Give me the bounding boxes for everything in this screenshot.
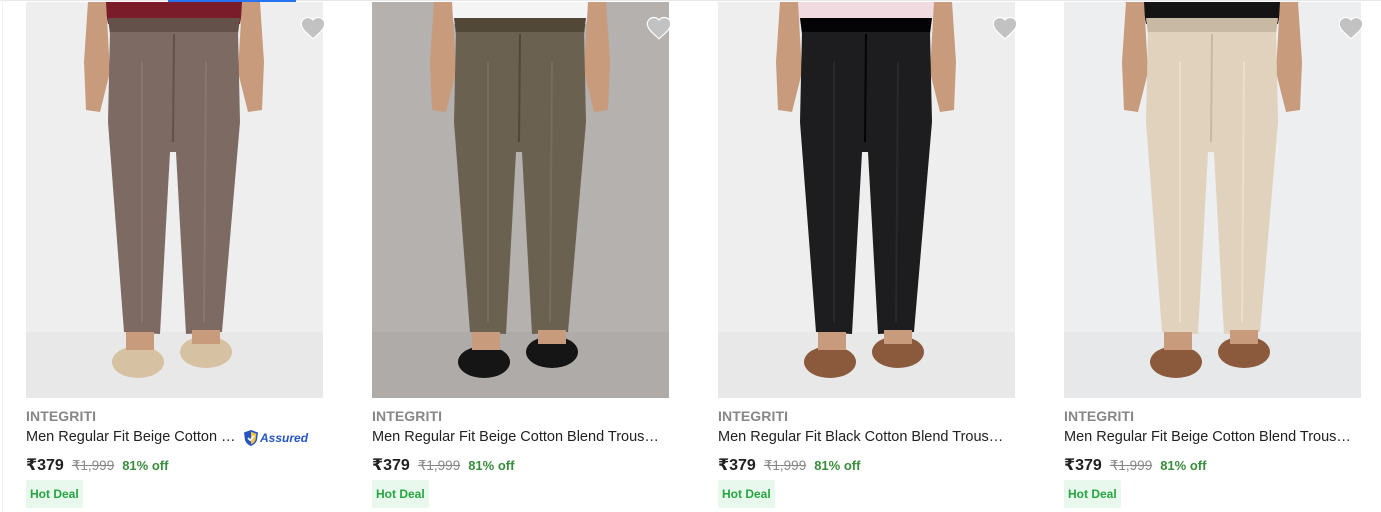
product-title[interactable]: Men Regular Fit Beige Cotton Blend Trous…: [1064, 429, 1354, 445]
product-image[interactable]: [372, 2, 669, 398]
product-card[interactable]: INTEGRITI Men Regular Fit Black Cotton B…: [718, 0, 1038, 512]
ankle-right: [884, 330, 912, 344]
price-row: ₹379 ₹1,999 81% off: [26, 455, 168, 475]
product-card[interactable]: INTEGRITI Men Regular Fit Beige Cotton B…: [372, 0, 692, 512]
hot-deal-badge: Hot Deal: [1064, 480, 1121, 508]
ankle-left: [818, 332, 846, 350]
wishlist-heart-icon[interactable]: [645, 14, 675, 44]
selling-price: ₹379: [372, 457, 410, 474]
product-image[interactable]: [26, 2, 323, 398]
brand-name: INTEGRITI: [1064, 408, 1135, 424]
original-price: ₹1,999: [763, 458, 807, 473]
photo-floor: [718, 332, 1015, 398]
discount-label: 81% off: [814, 458, 861, 473]
ankle-right: [192, 330, 220, 344]
hot-deal-badge: Hot Deal: [26, 480, 83, 508]
photo-floor: [26, 332, 323, 398]
discount-label: 81% off: [122, 458, 169, 473]
product-image[interactable]: [718, 2, 1015, 398]
selling-price: ₹379: [718, 457, 756, 474]
trouser-fly-seam: [1210, 33, 1213, 143]
ankle-right: [1230, 330, 1258, 344]
product-title[interactable]: Men Regular Fit Black Cotton Blend Trous…: [718, 429, 1008, 445]
trouser-fly-seam: [172, 33, 175, 143]
brand-name: INTEGRITI: [372, 408, 443, 424]
shield-icon: [244, 430, 258, 446]
product-card[interactable]: INTEGRITI Men Regular Fit Beige Cotton B…: [1064, 0, 1381, 512]
wishlist-heart-icon[interactable]: [299, 14, 329, 44]
shoe-left: [112, 346, 164, 378]
ankle-right: [538, 330, 566, 344]
original-price: ₹1,999: [1109, 458, 1153, 473]
trouser-fly-seam: [518, 33, 521, 143]
discount-label: 81% off: [468, 458, 515, 473]
assured-label: Assured: [260, 431, 309, 445]
discount-label: 81% off: [1160, 458, 1207, 473]
product-image[interactable]: [1064, 2, 1361, 398]
price-row: ₹379 ₹1,999 81% off: [372, 455, 514, 475]
original-price: ₹1,999: [71, 458, 115, 473]
trouser-waistband: [800, 18, 932, 34]
wishlist-heart-icon[interactable]: [991, 14, 1021, 44]
shoe-left: [804, 346, 856, 378]
left-divider: [2, 0, 3, 512]
selling-price: ₹379: [26, 457, 64, 474]
trouser-waistband: [1146, 18, 1278, 34]
trouser-fly-seam: [864, 33, 867, 143]
ankle-left: [1164, 332, 1192, 350]
product-title[interactable]: Men Regular Fit Beige Cotton Blend Trous…: [372, 429, 662, 445]
hot-deal-badge: Hot Deal: [372, 480, 429, 508]
ankle-left: [472, 332, 500, 350]
brand-name: INTEGRITI: [26, 408, 97, 424]
photo-floor: [372, 332, 669, 398]
selling-price: ₹379: [1064, 457, 1102, 474]
product-card[interactable]: INTEGRITI Men Regular Fit Beige Cotton B…: [26, 0, 346, 512]
trouser-waistband: [454, 18, 586, 34]
brand-name: INTEGRITI: [718, 408, 789, 424]
ankle-left: [126, 332, 154, 350]
trouser-waistband: [108, 18, 240, 34]
original-price: ₹1,999: [417, 458, 461, 473]
shoe-left: [1150, 346, 1202, 378]
wishlist-heart-icon[interactable]: [1337, 14, 1367, 44]
product-title[interactable]: Men Regular Fit Beige Cotton Blend Trous…: [26, 429, 238, 445]
price-row: ₹379 ₹1,999 81% off: [1064, 455, 1206, 475]
hot-deal-badge: Hot Deal: [718, 480, 775, 508]
photo-floor: [1064, 332, 1361, 398]
assured-badge: Assured: [243, 428, 308, 448]
price-row: ₹379 ₹1,999 81% off: [718, 455, 860, 475]
shoe-left: [458, 346, 510, 378]
